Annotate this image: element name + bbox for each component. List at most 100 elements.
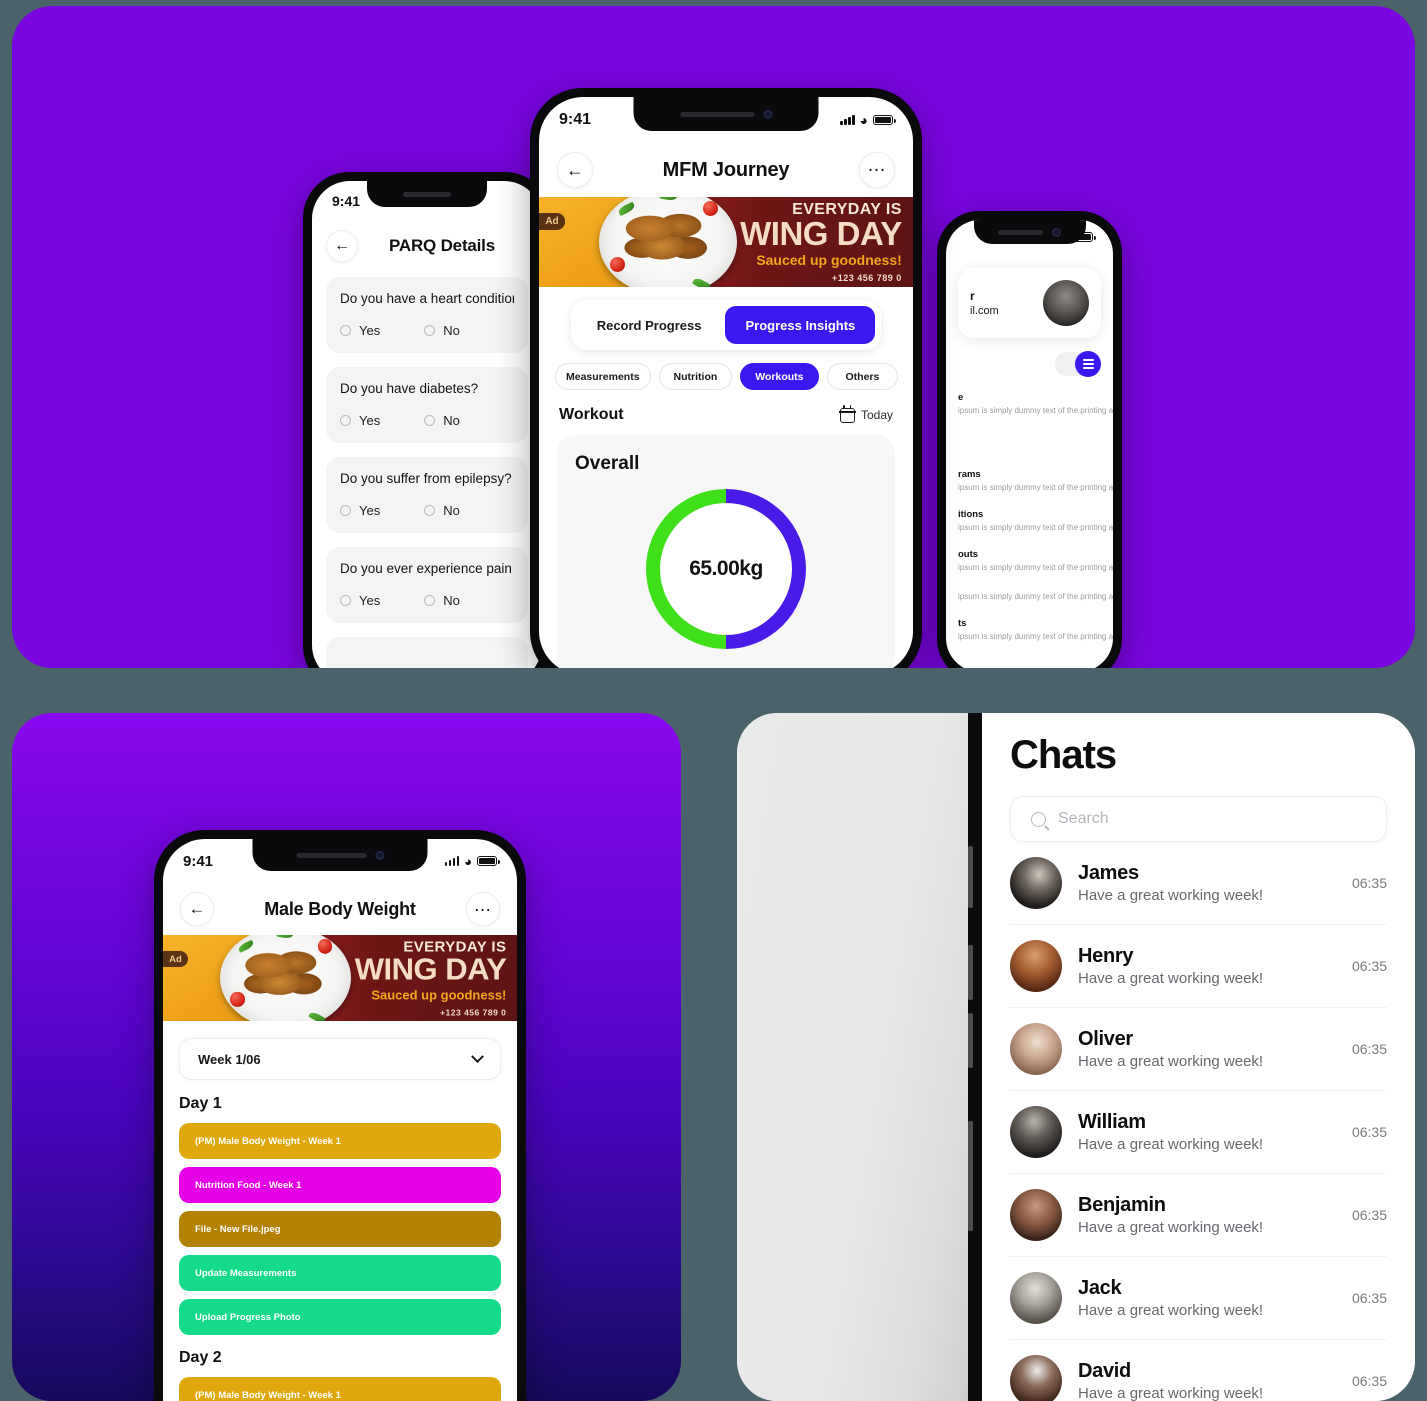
more-options-button[interactable]: …: [858, 152, 895, 188]
page-title: PARQ Details: [389, 236, 495, 255]
radio-icon: [424, 505, 436, 516]
chat-row[interactable]: William Have a great working week! 06:35: [1010, 1091, 1387, 1174]
chat-time: 06:35: [1351, 1373, 1387, 1389]
filter-toggle[interactable]: [1055, 351, 1101, 377]
panel-bottom-left: 9:41 ◕ ← Male Body Weight … ✦: [12, 713, 681, 1401]
item-body: ipsum is simply dummy text of the printi…: [958, 592, 1113, 601]
option-label: Yes: [359, 593, 381, 608]
question-text: Do you suffer from epilepsy?: [340, 471, 512, 486]
battery-icon: [477, 856, 500, 866]
back-button[interactable]: ←: [326, 230, 358, 262]
section-header: Workout Today: [559, 405, 893, 424]
phone-volume-up-button[interactable]: [968, 945, 973, 1000]
chat-time: 06:35: [1351, 1124, 1387, 1140]
chat-row[interactable]: Benjamin Have a great working week! 06:3…: [1010, 1174, 1387, 1257]
option-no[interactable]: No: [424, 503, 460, 518]
avatar: [1010, 940, 1062, 992]
filter-chip-group: Measurements Nutrition Workouts Others: [555, 363, 899, 390]
profile-name: r: [970, 289, 975, 303]
chicken-wings-icon: [237, 943, 333, 1009]
chat-row[interactable]: Henry Have a great working week! 06:35: [1010, 925, 1387, 1008]
chat-row[interactable]: Jack Have a great working week! 06:35: [1010, 1257, 1387, 1340]
ad-banner[interactable]: ✦ Ad EVERYDAY IS WING DAY Sauced up good…: [539, 197, 913, 287]
panel-bottom-right: Chats Search James Have a great working …: [737, 713, 1415, 1401]
option-yes[interactable]: Yes: [340, 413, 380, 428]
phone-power-button[interactable]: [968, 1121, 973, 1231]
chat-time: 06:35: [1351, 958, 1387, 974]
status-icons: ◕: [840, 112, 896, 128]
item-title: rams: [958, 469, 981, 480]
day-section: Day 2 (PM) Male Body Weight - Week 1: [179, 1349, 501, 1401]
back-button[interactable]: ←: [180, 892, 214, 926]
list-item[interactable]: itions ipsum is simply dummy text of the…: [958, 509, 1113, 532]
ad-text: EVERYDAY IS WING DAY Sauced up goodness!…: [740, 201, 902, 283]
notch: [633, 97, 819, 131]
task-item[interactable]: (PM) Male Body Weight - Week 1: [179, 1377, 501, 1401]
list-item[interactable]: outs ipsum is simply dummy text of the p…: [958, 549, 1113, 572]
phone-male-body-weight: 9:41 ◕ ← Male Body Weight … ✦: [154, 830, 526, 1401]
tab-record-progress[interactable]: Record Progress: [577, 306, 722, 344]
profile-card[interactable]: r il.com: [958, 268, 1101, 338]
tab-progress-insights[interactable]: Progress Insights: [725, 306, 876, 344]
back-button[interactable]: ←: [557, 152, 593, 188]
date-selector[interactable]: Today: [839, 405, 893, 423]
chat-row[interactable]: James Have a great working week! 06:35: [1010, 842, 1387, 925]
search-bar[interactable]: Search: [1010, 796, 1387, 842]
tomato-icon: [609, 257, 626, 273]
wifi-icon: ◕: [859, 112, 868, 128]
question-options: Yes No: [340, 413, 514, 428]
task-item[interactable]: Upload Progress Photo: [179, 1299, 501, 1335]
date-label: Today: [860, 408, 893, 422]
list-item[interactable]: rams ipsum is simply dummy text of the p…: [958, 469, 1113, 492]
avatar[interactable]: [1043, 280, 1089, 326]
tomato-icon: [702, 200, 718, 217]
earpiece-speaker: [403, 191, 451, 197]
day-section: Day 1 (PM) Male Body Weight - Week 1 Nut…: [179, 1095, 501, 1335]
list-item[interactable]: ipsum is simply dummy text of the printi…: [958, 589, 1113, 601]
task-item[interactable]: (PM) Male Body Weight - Week 1: [179, 1123, 501, 1159]
option-no[interactable]: No: [424, 323, 460, 338]
task-item[interactable]: File - New File.jpeg: [179, 1211, 501, 1247]
ad-line-3: Sauced up goodness!: [756, 252, 902, 269]
chip-nutrition[interactable]: Nutrition: [658, 363, 733, 390]
chat-row[interactable]: Oliver Have a great working week! 06:35: [1010, 1008, 1387, 1091]
option-no[interactable]: No: [424, 593, 460, 608]
phone-volume-down-button[interactable]: [968, 1013, 973, 1068]
status-time: 9:41: [332, 193, 361, 209]
task-item[interactable]: Update Measurements: [179, 1255, 501, 1291]
front-camera-icon: [375, 850, 384, 860]
list-item[interactable]: ts ipsum is simply dummy text of the pri…: [958, 618, 1113, 641]
task-item[interactable]: Nutrition Food - Week 1: [179, 1167, 501, 1203]
chat-row[interactable]: David Have a great working week! 06:35: [1010, 1340, 1387, 1401]
avatar: [1010, 1023, 1062, 1075]
chip-others[interactable]: Others: [826, 363, 899, 390]
ad-plate-image: [598, 197, 738, 287]
card-title: Overall: [575, 453, 640, 474]
option-yes[interactable]: Yes: [340, 323, 380, 338]
task-list: (PM) Male Body Weight - Week 1 Nutrition…: [179, 1123, 501, 1335]
overall-donut-chart: 65.00kg: [646, 489, 806, 649]
ad-line-3: Sauced up goodness!: [371, 987, 507, 1003]
avatar: [1010, 1106, 1062, 1158]
radio-icon: [424, 415, 436, 426]
option-yes[interactable]: Yes: [340, 593, 380, 608]
phone-mute-button[interactable]: [968, 846, 973, 908]
chat-text: James Have a great working week!: [1078, 862, 1336, 904]
chip-workouts[interactable]: Workouts: [740, 363, 819, 390]
phone-screen-weight: 9:41 ◕ ← Male Body Weight … ✦: [163, 839, 517, 1401]
ad-text: EVERYDAY IS WING DAY Sauced up goodness!…: [355, 939, 507, 1018]
nav-bar: ← PARQ Details: [312, 221, 542, 271]
option-yes[interactable]: Yes: [340, 503, 380, 518]
question-text: Do you have diabetes?: [340, 381, 479, 396]
chat-name: Jack: [1078, 1277, 1122, 1299]
more-options-button[interactable]: …: [465, 892, 500, 926]
option-no[interactable]: No: [424, 413, 460, 428]
week-select[interactable]: Week 1/06: [179, 1038, 501, 1080]
chip-measurements[interactable]: Measurements: [555, 363, 651, 390]
list-item[interactable]: e ipsum is simply dummy text of the prin…: [958, 392, 1113, 415]
chat-message: Have a great working week!: [1078, 1053, 1264, 1070]
ad-banner[interactable]: ✦ Ad EVERYDAY IS WING DAY Sauced up good…: [163, 935, 517, 1021]
filter-toggle-row: [958, 351, 1101, 377]
ad-line-2: WING DAY: [740, 214, 902, 252]
search-icon: [1031, 811, 1046, 827]
